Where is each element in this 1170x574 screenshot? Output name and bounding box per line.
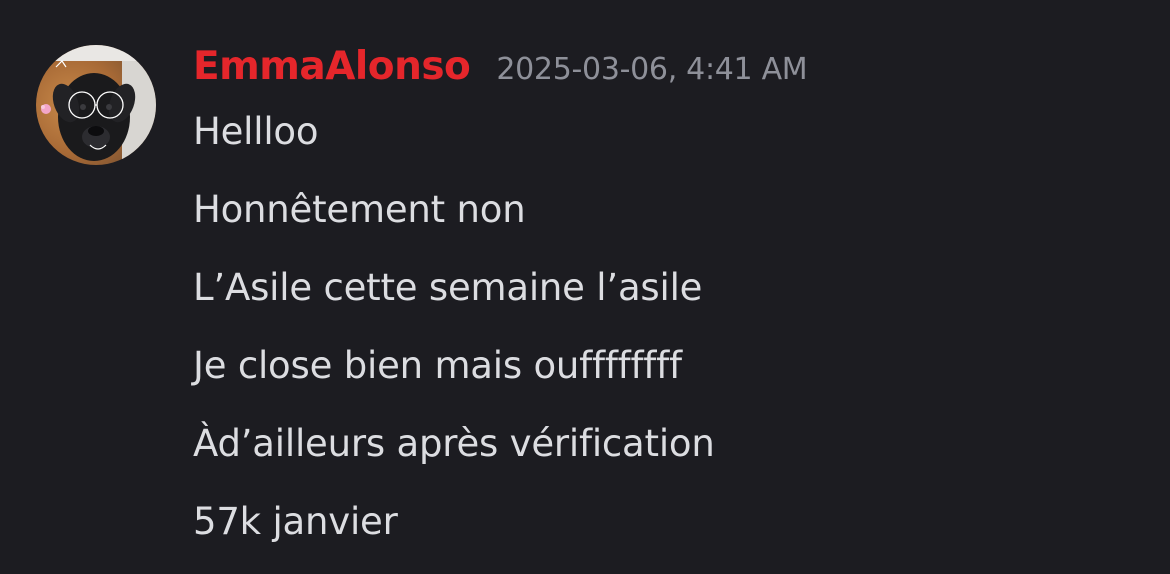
message-line[interactable]: 57k janvier [193, 496, 715, 574]
message-list: Hellloo Honnêtement non L’Asile cette se… [193, 106, 715, 574]
message-line[interactable]: Àd’ailleurs après vérification [193, 418, 715, 496]
message-line[interactable]: Honnêtement non [193, 184, 715, 262]
user-avatar[interactable] [36, 45, 156, 165]
message-line[interactable]: L’Asile cette semaine l’asile [193, 262, 715, 340]
message-line[interactable]: Je close bien mais ouffffffff [193, 340, 715, 418]
message-line[interactable]: Hellloo [193, 106, 715, 184]
dog-avatar-icon [36, 45, 156, 165]
username[interactable]: EmmaAlonso [193, 44, 471, 89]
message-header: EmmaAlonso 2025-03-06, 4:41 AM [193, 44, 808, 89]
timestamp: 2025-03-06, 4:41 AM [496, 52, 808, 87]
message-group: EmmaAlonso 2025-03-06, 4:41 AM Hellloo H… [0, 0, 1170, 569]
